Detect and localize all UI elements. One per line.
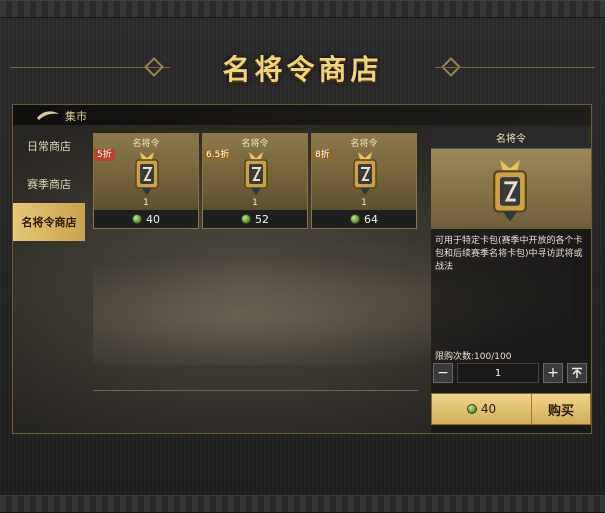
diamond-ornament-icon <box>144 57 164 77</box>
item-name: 名将令 <box>241 139 269 149</box>
item-quantity: 1 <box>252 198 258 208</box>
general-token-icon <box>353 152 377 195</box>
item-card[interactable]: 名将令 8折 1 64 <box>311 133 417 229</box>
item-detail-panel: 名将令 可用于特定卡包(赛季中开放的各个卡包和后续赛季名将卡包)中寻访武将或战法… <box>431 127 591 433</box>
jade-currency-icon <box>132 214 142 224</box>
buy-label: 购买 <box>547 403 574 419</box>
increase-button[interactable]: + <box>543 363 563 383</box>
buy-price: 40 <box>432 394 532 424</box>
detail-title: 名将令 <box>431 127 591 149</box>
item-quantity: 1 <box>143 198 149 208</box>
item-price: 64 <box>364 212 378 226</box>
discount-badge: 8折 <box>312 149 333 161</box>
max-quantity-button[interactable] <box>567 363 587 383</box>
top-border-pattern <box>0 0 605 18</box>
market-label: 集市 <box>65 110 87 123</box>
discount-badge: 5折 <box>94 149 115 161</box>
tab-general-token-shop[interactable]: 名将令商店 <box>13 203 85 241</box>
buy-button[interactable]: 40 购买 <box>431 393 591 425</box>
jade-currency-icon <box>466 404 477 414</box>
bottom-border-pattern <box>0 495 605 513</box>
buy-price-value: 40 <box>480 402 497 416</box>
item-card[interactable]: 名将令 6.5折 1 52 <box>202 133 308 229</box>
discount-badge: 6.5折 <box>203 149 233 161</box>
swoosh-icon <box>37 111 59 120</box>
quantity-input[interactable]: 1 <box>457 363 539 383</box>
item-price: 52 <box>255 212 269 226</box>
item-quantity: 1 <box>361 198 367 208</box>
item-price-bar: 64 <box>312 210 416 228</box>
item-card[interactable]: 名将令 5折 1 40 <box>93 133 199 229</box>
detail-item-art <box>431 149 591 229</box>
list-scrollbar[interactable] <box>93 390 418 391</box>
item-name: 名将令 <box>132 139 160 149</box>
title-banner: 名将令商店 <box>0 40 605 96</box>
purchase-limit: 限购次数:100/100 <box>435 352 512 362</box>
panel-header: 集市 <box>13 105 591 125</box>
item-price-bar: 52 <box>203 210 307 228</box>
tab-season-shop[interactable]: 赛季商店 <box>13 165 85 203</box>
item-price-bar: 40 <box>94 210 198 228</box>
general-token-icon <box>244 152 268 195</box>
arrow-up-max-icon <box>572 367 582 378</box>
item-name: 名将令 <box>350 139 378 149</box>
tab-daily-shop[interactable]: 日常商店 <box>13 127 85 165</box>
general-token-icon <box>493 159 527 222</box>
title-divider-right <box>435 67 595 68</box>
jade-currency-icon <box>241 214 251 224</box>
jade-currency-icon <box>350 214 360 224</box>
page-title: 名将令商店 <box>222 53 383 86</box>
general-token-icon <box>135 152 159 195</box>
item-description: 可用于特定卡包(赛季中开放的各个卡包和后续赛季名将卡包)中寻访武将或战法 <box>435 236 583 272</box>
quantity-stepper: − 1 + <box>433 363 589 383</box>
decrease-button[interactable]: − <box>433 363 453 383</box>
shop-panel: 集市 日常商店 赛季商店 名将令商店 名将令 5折 1 40 名将令 6.5折 <box>12 104 592 434</box>
item-price: 40 <box>146 212 160 226</box>
shop-sidebar: 日常商店 赛季商店 名将令商店 <box>13 127 85 241</box>
